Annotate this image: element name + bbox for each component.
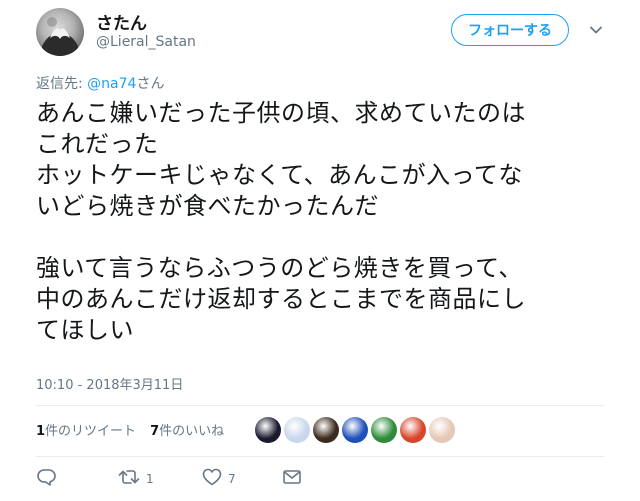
display-name[interactable]: さたん <box>96 9 147 34</box>
tweet-card: さたん @Lieral_Satan フォローする 返信先: @na74さん あん… <box>0 0 640 501</box>
liker-avatar-4[interactable] <box>342 417 368 443</box>
tweet-stats: 1件のリツイート 7件のいいね <box>36 420 224 439</box>
tweet-actions: 1 7 <box>36 468 336 490</box>
follow-button[interactable]: フォローする <box>451 14 569 46</box>
liker-avatar-1[interactable] <box>255 417 281 443</box>
retweet-action-count: 1 <box>146 471 154 486</box>
reply-mention-link[interactable]: @na74 <box>87 76 136 92</box>
direct-message-button[interactable] <box>282 468 302 489</box>
envelope-icon <box>282 468 302 489</box>
retweet-icon <box>118 468 140 489</box>
reply-icon <box>36 468 56 489</box>
tweet-text: あんこ嫌いだった子供の頃、求めていたのは これだった ホットケーキじゃなくて、あ… <box>36 99 526 344</box>
reply-context: 返信先: @na74さん <box>36 73 164 93</box>
retweet-count: 1 <box>36 424 46 439</box>
like-count: 7 <box>150 424 160 439</box>
like-stat-label: 件のいいね <box>159 424 225 439</box>
liker-avatar-6[interactable] <box>400 417 426 443</box>
reply-button[interactable] <box>36 468 56 489</box>
like-action-count: 7 <box>228 471 236 486</box>
retweet-stat-label: 件のリツイート <box>45 424 137 439</box>
heart-icon <box>202 468 222 489</box>
liker-avatar-3[interactable] <box>313 417 339 443</box>
liker-avatars <box>255 417 455 443</box>
liker-avatar-5[interactable] <box>371 417 397 443</box>
avatar[interactable] <box>36 8 84 56</box>
retweet-button[interactable]: 1 <box>118 468 154 489</box>
tweet-timestamp[interactable]: 10:10 - 2018年3月11日 <box>36 374 183 393</box>
chevron-down-icon[interactable] <box>588 22 604 38</box>
avatar-image <box>42 17 78 56</box>
liker-avatar-7[interactable] <box>429 417 455 443</box>
reply-suffix: さん <box>136 76 165 92</box>
like-button[interactable]: 7 <box>202 468 236 489</box>
username[interactable]: @Lieral_Satan <box>96 34 196 50</box>
liker-avatar-2[interactable] <box>284 417 310 443</box>
reply-prefix: 返信先: <box>36 76 88 92</box>
like-stat[interactable]: 7件のいいね <box>150 420 224 439</box>
retweet-stat[interactable]: 1件のリツイート <box>36 420 136 439</box>
divider <box>36 405 604 406</box>
divider <box>36 456 604 457</box>
